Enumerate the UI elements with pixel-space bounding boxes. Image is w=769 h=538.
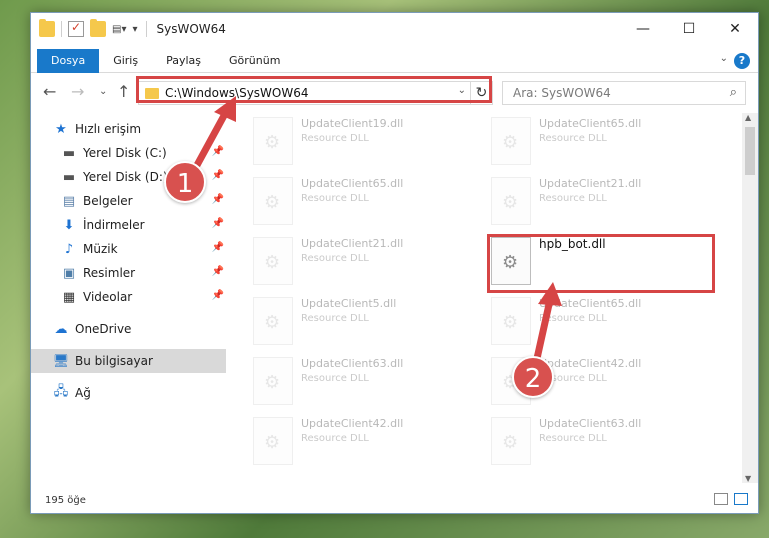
step-badge-1: 1 (164, 161, 206, 203)
step-badge-2: 2 (512, 356, 554, 398)
annotation-arrows (186, 96, 562, 376)
arrow-2-head (538, 282, 562, 306)
